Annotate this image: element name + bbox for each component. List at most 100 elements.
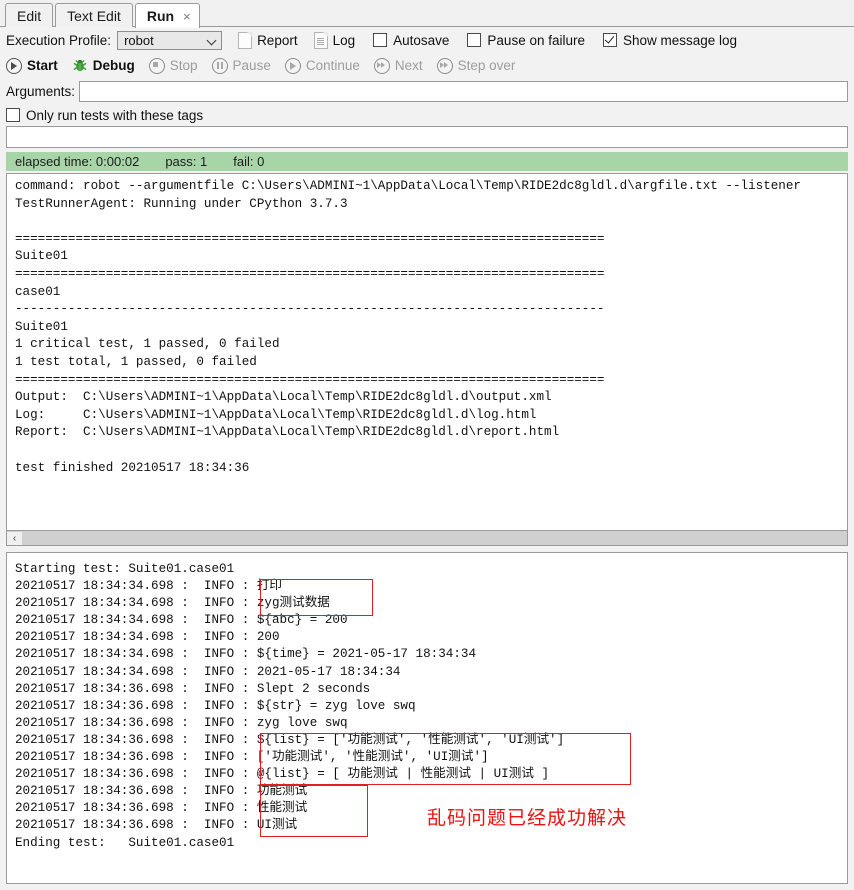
- message-log-line: 20210517 18:34:34.698 : INFO : ${time} =…: [15, 647, 477, 662]
- console-text: command: robot --argumentfile C:\Users\A…: [15, 178, 847, 477]
- message-log-line: 20210517 18:34:34.698 : INFO : 200: [15, 630, 280, 645]
- tags-input[interactable]: [6, 126, 848, 148]
- next-icon: [373, 57, 390, 74]
- pause-on-failure-label: Pause on failure: [487, 32, 585, 48]
- console-line: command: robot --argumentfile C:\Users\A…: [15, 179, 801, 193]
- console-line: 1 test total, 1 passed, 0 failed: [15, 354, 257, 369]
- scrollbar-track[interactable]: [22, 531, 847, 545]
- message-log-line: 20210517 18:34:34.698 : INFO : zyg测试数据: [15, 596, 330, 611]
- tab-run-label: Run: [146, 8, 175, 24]
- tags-row: Only run tests with these tags: [6, 104, 848, 126]
- tab-run[interactable]: Run ×: [134, 3, 200, 28]
- message-log-line: 20210517 18:34:36.698 : INFO : ${list} =…: [15, 732, 565, 747]
- toolbar-row-run-controls: Start Debug Stop Pause Continue Next Ste…: [6, 53, 848, 78]
- console-line: ----------------------------------------…: [15, 302, 605, 317]
- log-button[interactable]: Log: [313, 31, 356, 49]
- message-log-line: 20210517 18:34:36.698 : INFO : @{list} =…: [15, 767, 550, 782]
- console-horizontal-scrollbar[interactable]: ‹: [6, 531, 848, 546]
- bug-icon: [73, 59, 87, 72]
- elapsed-time: elapsed time: 0:00:02: [15, 154, 140, 169]
- console-line: TestRunnerAgent: Running under CPython 3…: [15, 196, 348, 211]
- report-icon: [238, 31, 253, 49]
- report-button[interactable]: Report: [238, 31, 298, 49]
- show-message-log-label: Show message log: [623, 32, 738, 48]
- run-toolbar: Execution Profile: robot Report Log Auto…: [0, 27, 854, 126]
- start-button[interactable]: Start: [6, 57, 58, 74]
- only-run-tags-checkbox[interactable]: Only run tests with these tags: [6, 108, 203, 123]
- toolbar-row-profile: Execution Profile: robot Report Log Auto…: [6, 27, 848, 53]
- execution-profile-value: robot: [124, 32, 154, 48]
- console-line: Suite01: [15, 249, 68, 264]
- autosave-label: Autosave: [393, 32, 450, 48]
- tab-edit-label: Edit: [17, 8, 42, 24]
- message-log-line: Starting test: Suite01.case01: [15, 562, 235, 576]
- step-over-icon: [436, 57, 453, 74]
- execution-profile-select[interactable]: robot: [117, 30, 223, 50]
- continue-label: Continue: [305, 58, 360, 73]
- console-line: case01: [15, 284, 61, 299]
- pause-button[interactable]: Pause: [211, 57, 271, 74]
- message-log-line: 20210517 18:34:34.698 : INFO : 打印: [15, 579, 283, 594]
- stop-button[interactable]: Stop: [148, 57, 198, 74]
- checkbox-icon: [467, 33, 482, 47]
- execution-profile-label: Execution Profile:: [6, 32, 112, 48]
- status-bar: elapsed time: 0:00:02 pass: 1 fail: 0: [6, 152, 848, 171]
- tab-edit[interactable]: Edit: [5, 3, 54, 27]
- arguments-input[interactable]: [79, 80, 848, 102]
- message-log-pane[interactable]: Starting test: Suite01.case01 20210517 18…: [6, 552, 848, 884]
- message-log-line: 20210517 18:34:36.698 : INFO : ${str} = …: [15, 698, 416, 713]
- step-over-label: Step over: [457, 58, 516, 73]
- console-line: Output: C:\Users\ADMINI~1\AppData\Local\…: [15, 390, 552, 405]
- checkbox-icon: [373, 33, 388, 47]
- message-log-line: 20210517 18:34:36.698 : INFO : zyg love …: [15, 715, 348, 730]
- continue-button[interactable]: Continue: [284, 57, 360, 74]
- play-icon: [284, 57, 301, 74]
- console-line: 1 critical test, 1 passed, 0 failed: [15, 337, 280, 352]
- chevron-down-icon: [208, 36, 217, 45]
- console-line: Suite01: [15, 319, 68, 334]
- debug-label: Debug: [92, 58, 135, 73]
- arguments-row: Arguments:: [6, 78, 848, 104]
- next-button[interactable]: Next: [373, 57, 423, 74]
- message-log-line: Ending test: Suite01.case01: [15, 835, 235, 850]
- pass-count: pass: 1: [165, 154, 208, 169]
- next-label: Next: [394, 58, 423, 73]
- message-log-line: 20210517 18:34:36.698 : INFO : 功能测试: [15, 784, 308, 799]
- ride-run-tab-window: Edit Text Edit Run × Execution Profile: …: [0, 0, 854, 890]
- tab-text-edit-label: Text Edit: [67, 8, 121, 24]
- console-output[interactable]: command: robot --argumentfile C:\Users\A…: [6, 173, 848, 531]
- pause-icon: [211, 57, 228, 74]
- stop-label: Stop: [169, 58, 198, 73]
- show-message-log-checkbox[interactable]: Show message log: [603, 33, 737, 48]
- message-log-line: 20210517 18:34:34.698 : INFO : ${abc} = …: [15, 613, 348, 628]
- close-icon[interactable]: ×: [181, 10, 193, 23]
- start-label: Start: [27, 58, 58, 73]
- checkbox-checked-icon: [603, 33, 617, 47]
- message-log-line: 20210517 18:34:34.698 : INFO : 2021-05-1…: [15, 664, 401, 679]
- arguments-label: Arguments:: [6, 83, 76, 99]
- checkbox-icon: [6, 108, 20, 122]
- tab-strip: Edit Text Edit Run ×: [0, 0, 854, 28]
- scroll-left-arrow-icon[interactable]: ‹: [7, 531, 22, 545]
- fail-count: fail: 0: [233, 154, 265, 169]
- stop-icon: [148, 57, 165, 74]
- message-log-line: 20210517 18:34:36.698 : INFO : Slept 2 s…: [15, 681, 371, 696]
- console-line: ========================================…: [15, 266, 605, 281]
- annotation-text: 乱码问题已经成功解决: [427, 807, 628, 829]
- console-line: test finished 20210517 18:34:36: [15, 460, 250, 475]
- debug-button[interactable]: Debug: [72, 58, 135, 73]
- report-label: Report: [257, 32, 298, 48]
- only-run-tags-label: Only run tests with these tags: [26, 107, 204, 123]
- console-line: ========================================…: [15, 372, 605, 387]
- pause-on-failure-checkbox[interactable]: Pause on failure: [467, 33, 585, 48]
- message-log-line: 20210517 18:34:36.698 : INFO : ['功能测试', …: [15, 750, 489, 765]
- console-line: Report: C:\Users\ADMINI~1\AppData\Local\…: [15, 425, 560, 440]
- tab-text-edit[interactable]: Text Edit: [55, 3, 133, 27]
- log-icon: [313, 31, 328, 49]
- pause-label: Pause: [232, 58, 271, 73]
- step-over-button[interactable]: Step over: [436, 57, 516, 74]
- autosave-checkbox[interactable]: Autosave: [373, 33, 449, 48]
- log-label: Log: [332, 32, 356, 48]
